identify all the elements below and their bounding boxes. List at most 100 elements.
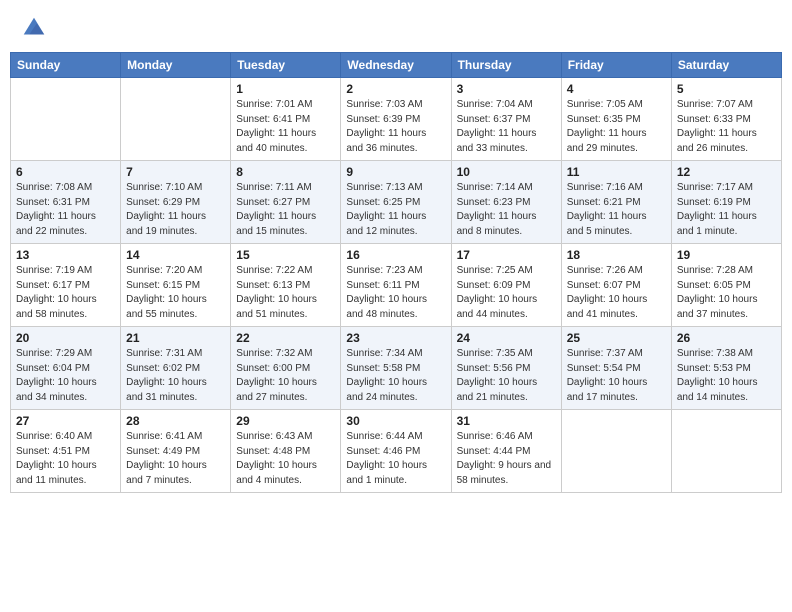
calendar-cell: 29 Sunrise: 6:43 AM Sunset: 4:48 PM Dayli… <box>231 410 341 493</box>
day-of-week-header: Monday <box>121 53 231 78</box>
page-header <box>0 0 792 46</box>
day-of-week-header: Wednesday <box>341 53 451 78</box>
day-number: 14 <box>126 248 225 262</box>
calendar-cell: 24 Sunrise: 7:35 AM Sunset: 5:56 PM Dayli… <box>451 327 561 410</box>
day-number: 8 <box>236 165 335 179</box>
day-detail: Sunrise: 7:38 AM Sunset: 5:53 PM Dayligh… <box>677 347 776 405</box>
day-number: 27 <box>16 414 115 428</box>
day-detail: Sunrise: 7:20 AM Sunset: 6:15 PM Dayligh… <box>126 264 225 322</box>
day-detail: Sunrise: 7:04 AM Sunset: 6:37 PM Dayligh… <box>457 98 556 156</box>
day-number: 29 <box>236 414 335 428</box>
day-detail: Sunrise: 6:41 AM Sunset: 4:49 PM Dayligh… <box>126 430 225 488</box>
calendar-cell: 10 Sunrise: 7:14 AM Sunset: 6:23 PM Dayli… <box>451 161 561 244</box>
calendar-cell: 27 Sunrise: 6:40 AM Sunset: 4:51 PM Dayli… <box>11 410 121 493</box>
day-detail: Sunrise: 7:07 AM Sunset: 6:33 PM Dayligh… <box>677 98 776 156</box>
day-number: 24 <box>457 331 556 345</box>
day-detail: Sunrise: 7:11 AM Sunset: 6:27 PM Dayligh… <box>236 181 335 239</box>
day-number: 18 <box>567 248 666 262</box>
calendar-cell: 3 Sunrise: 7:04 AM Sunset: 6:37 PM Daylig… <box>451 78 561 161</box>
day-detail: Sunrise: 7:26 AM Sunset: 6:07 PM Dayligh… <box>567 264 666 322</box>
day-number: 10 <box>457 165 556 179</box>
day-number: 11 <box>567 165 666 179</box>
day-detail: Sunrise: 7:32 AM Sunset: 6:00 PM Dayligh… <box>236 347 335 405</box>
day-of-week-header: Tuesday <box>231 53 341 78</box>
calendar-cell: 28 Sunrise: 6:41 AM Sunset: 4:49 PM Dayli… <box>121 410 231 493</box>
calendar-cell: 13Sunrise: 7:19 AM Sunset: 6:17 PM Dayli… <box>11 244 121 327</box>
day-detail: Sunrise: 7:08 AM Sunset: 6:31 PM Dayligh… <box>16 181 115 239</box>
calendar-cell: 9Sunrise: 7:13 AM Sunset: 6:25 PM Daylig… <box>341 161 451 244</box>
calendar-cell: 17 Sunrise: 7:25 AM Sunset: 6:09 PM Dayli… <box>451 244 561 327</box>
day-detail: Sunrise: 6:40 AM Sunset: 4:51 PM Dayligh… <box>16 430 115 488</box>
day-detail: Sunrise: 7:34 AM Sunset: 5:58 PM Dayligh… <box>346 347 445 405</box>
day-detail: Sunrise: 7:05 AM Sunset: 6:35 PM Dayligh… <box>567 98 666 156</box>
day-detail: Sunrise: 7:35 AM Sunset: 5:56 PM Dayligh… <box>457 347 556 405</box>
calendar-week-row: 6 Sunrise: 7:08 AM Sunset: 6:31 PM Daylig… <box>11 161 782 244</box>
day-number: 3 <box>457 82 556 96</box>
calendar-cell: 16 Sunrise: 7:23 AM Sunset: 6:11 PM Dayli… <box>341 244 451 327</box>
day-number: 20 <box>16 331 115 345</box>
day-number: 1 <box>236 82 335 96</box>
day-detail: Sunrise: 6:46 AM Sunset: 4:44 PM Dayligh… <box>457 430 556 488</box>
calendar-cell: 8 Sunrise: 7:11 AM Sunset: 6:27 PM Daylig… <box>231 161 341 244</box>
day-number: 22 <box>236 331 335 345</box>
day-detail: Sunrise: 7:31 AM Sunset: 6:02 PM Dayligh… <box>126 347 225 405</box>
calendar-cell <box>561 410 671 493</box>
calendar-week-row: 27 Sunrise: 6:40 AM Sunset: 4:51 PM Dayli… <box>11 410 782 493</box>
day-number: 26 <box>677 331 776 345</box>
day-number: 13 <box>16 248 115 262</box>
calendar-cell: 19 Sunrise: 7:28 AM Sunset: 6:05 PM Dayli… <box>671 244 781 327</box>
calendar-cell: 22 Sunrise: 7:32 AM Sunset: 6:00 PM Dayli… <box>231 327 341 410</box>
calendar-cell: 15 Sunrise: 7:22 AM Sunset: 6:13 PM Dayli… <box>231 244 341 327</box>
calendar-week-row: 13Sunrise: 7:19 AM Sunset: 6:17 PM Dayli… <box>11 244 782 327</box>
calendar-cell: 6 Sunrise: 7:08 AM Sunset: 6:31 PM Daylig… <box>11 161 121 244</box>
calendar-cell: 5 Sunrise: 7:07 AM Sunset: 6:33 PM Daylig… <box>671 78 781 161</box>
calendar-cell: 1 Sunrise: 7:01 AM Sunset: 6:41 PM Daylig… <box>231 78 341 161</box>
calendar-cell: 23Sunrise: 7:34 AM Sunset: 5:58 PM Dayli… <box>341 327 451 410</box>
calendar-cell <box>11 78 121 161</box>
day-number: 30 <box>346 414 445 428</box>
day-detail: Sunrise: 7:25 AM Sunset: 6:09 PM Dayligh… <box>457 264 556 322</box>
day-number: 28 <box>126 414 225 428</box>
day-number: 12 <box>677 165 776 179</box>
calendar-week-row: 20 Sunrise: 7:29 AM Sunset: 6:04 PM Dayli… <box>11 327 782 410</box>
day-detail: Sunrise: 7:01 AM Sunset: 6:41 PM Dayligh… <box>236 98 335 156</box>
calendar-cell: 25Sunrise: 7:37 AM Sunset: 5:54 PM Dayli… <box>561 327 671 410</box>
day-number: 16 <box>346 248 445 262</box>
calendar-cell: 7 Sunrise: 7:10 AM Sunset: 6:29 PM Daylig… <box>121 161 231 244</box>
calendar-cell: 21 Sunrise: 7:31 AM Sunset: 6:02 PM Dayli… <box>121 327 231 410</box>
day-number: 7 <box>126 165 225 179</box>
day-number: 25 <box>567 331 666 345</box>
day-number: 2 <box>346 82 445 96</box>
calendar-cell <box>671 410 781 493</box>
day-detail: Sunrise: 7:03 AM Sunset: 6:39 PM Dayligh… <box>346 98 445 156</box>
calendar-cell: 2 Sunrise: 7:03 AM Sunset: 6:39 PM Daylig… <box>341 78 451 161</box>
calendar-cell: 18 Sunrise: 7:26 AM Sunset: 6:07 PM Dayli… <box>561 244 671 327</box>
day-number: 21 <box>126 331 225 345</box>
calendar-cell: 30Sunrise: 6:44 AM Sunset: 4:46 PM Dayli… <box>341 410 451 493</box>
day-number: 15 <box>236 248 335 262</box>
day-detail: Sunrise: 7:23 AM Sunset: 6:11 PM Dayligh… <box>346 264 445 322</box>
day-number: 17 <box>457 248 556 262</box>
day-detail: Sunrise: 7:22 AM Sunset: 6:13 PM Dayligh… <box>236 264 335 322</box>
day-number: 5 <box>677 82 776 96</box>
calendar-cell: 12Sunrise: 7:17 AM Sunset: 6:19 PM Dayli… <box>671 161 781 244</box>
day-number: 4 <box>567 82 666 96</box>
day-number: 6 <box>16 165 115 179</box>
day-detail: Sunrise: 7:28 AM Sunset: 6:05 PM Dayligh… <box>677 264 776 322</box>
calendar-cell: 4 Sunrise: 7:05 AM Sunset: 6:35 PM Daylig… <box>561 78 671 161</box>
day-number: 19 <box>677 248 776 262</box>
calendar-cell: 26 Sunrise: 7:38 AM Sunset: 5:53 PM Dayli… <box>671 327 781 410</box>
day-detail: Sunrise: 7:10 AM Sunset: 6:29 PM Dayligh… <box>126 181 225 239</box>
calendar-cell: 20 Sunrise: 7:29 AM Sunset: 6:04 PM Dayli… <box>11 327 121 410</box>
day-number: 9 <box>346 165 445 179</box>
calendar-header-row: SundayMondayTuesdayWednesdayThursdayFrid… <box>11 53 782 78</box>
day-detail: Sunrise: 7:16 AM Sunset: 6:21 PM Dayligh… <box>567 181 666 239</box>
day-detail: Sunrise: 6:43 AM Sunset: 4:48 PM Dayligh… <box>236 430 335 488</box>
day-of-week-header: Friday <box>561 53 671 78</box>
calendar-cell <box>121 78 231 161</box>
calendar-cell: 14 Sunrise: 7:20 AM Sunset: 6:15 PM Dayli… <box>121 244 231 327</box>
day-detail: Sunrise: 7:29 AM Sunset: 6:04 PM Dayligh… <box>16 347 115 405</box>
calendar-cell: 31Sunrise: 6:46 AM Sunset: 4:44 PM Dayli… <box>451 410 561 493</box>
day-of-week-header: Saturday <box>671 53 781 78</box>
day-detail: Sunrise: 7:14 AM Sunset: 6:23 PM Dayligh… <box>457 181 556 239</box>
